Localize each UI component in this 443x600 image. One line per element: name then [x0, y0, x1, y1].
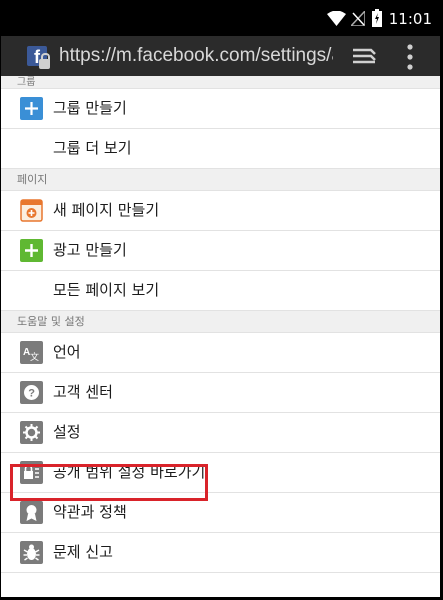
section-header-help: 도움말 및 설정 — [1, 311, 440, 333]
tabs-icon[interactable] — [351, 46, 377, 68]
help-center-item[interactable]: ? 고객 센터 — [1, 373, 440, 413]
create-group-item[interactable]: 그룹 만들기 — [1, 89, 440, 129]
create-group-label: 그룹 만들기 — [53, 99, 127, 117]
no-signal-icon — [351, 11, 365, 26]
create-ad-item[interactable]: 광고 만들기 — [1, 231, 440, 271]
help-center-label: 고객 센터 — [53, 383, 113, 401]
wifi-icon — [327, 11, 346, 26]
status-time: 11:01 — [388, 10, 432, 28]
plus-icon — [20, 97, 43, 120]
language-item[interactable]: A文 언어 — [1, 333, 440, 373]
status-bar: 11:01 — [1, 1, 440, 36]
language-label: 언어 — [53, 343, 81, 361]
highlight-box — [10, 464, 208, 501]
overflow-menu-icon[interactable] — [404, 43, 416, 71]
section-header-pages: 페이지 — [1, 169, 440, 191]
terms-icon — [20, 501, 43, 524]
more-groups-item[interactable]: 그룹 더 보기 — [1, 129, 440, 169]
create-ad-label: 광고 만들기 — [53, 241, 127, 259]
gear-icon — [20, 421, 43, 444]
battery-icon — [372, 9, 382, 27]
help-icon: ? — [20, 381, 43, 404]
url-text[interactable]: https://m.facebook.com/settings/ap — [59, 43, 333, 69]
section-header-groups: 그룹 — [1, 76, 440, 89]
language-icon: A文 — [20, 341, 43, 364]
create-page-label: 새 페이지 만들기 — [53, 201, 160, 219]
report-bug-icon — [20, 541, 43, 564]
all-pages-label: 모든 페이지 보기 — [53, 281, 160, 299]
more-groups-label: 그룹 더 보기 — [53, 139, 132, 157]
settings-label: 설정 — [53, 423, 81, 441]
svg-text:文: 文 — [30, 351, 39, 362]
settings-list: 그룹 그룹 만들기 그룹 더 보기 페이지 새 페이지 만들기 광고 만들기 모… — [1, 76, 440, 597]
settings-item[interactable]: 설정 — [1, 413, 440, 453]
new-page-icon — [20, 199, 43, 222]
all-pages-item[interactable]: 모든 페이지 보기 — [1, 271, 440, 311]
svg-text:?: ? — [28, 388, 35, 400]
report-problem-label: 문제 신고 — [53, 543, 113, 561]
browser-url-bar[interactable]: f https://m.facebook.com/settings/ap — [1, 36, 440, 76]
report-problem-item[interactable]: 문제 신고 — [1, 533, 440, 573]
lock-icon — [39, 53, 50, 69]
create-ad-icon — [20, 239, 43, 262]
create-page-item[interactable]: 새 페이지 만들기 — [1, 191, 440, 231]
